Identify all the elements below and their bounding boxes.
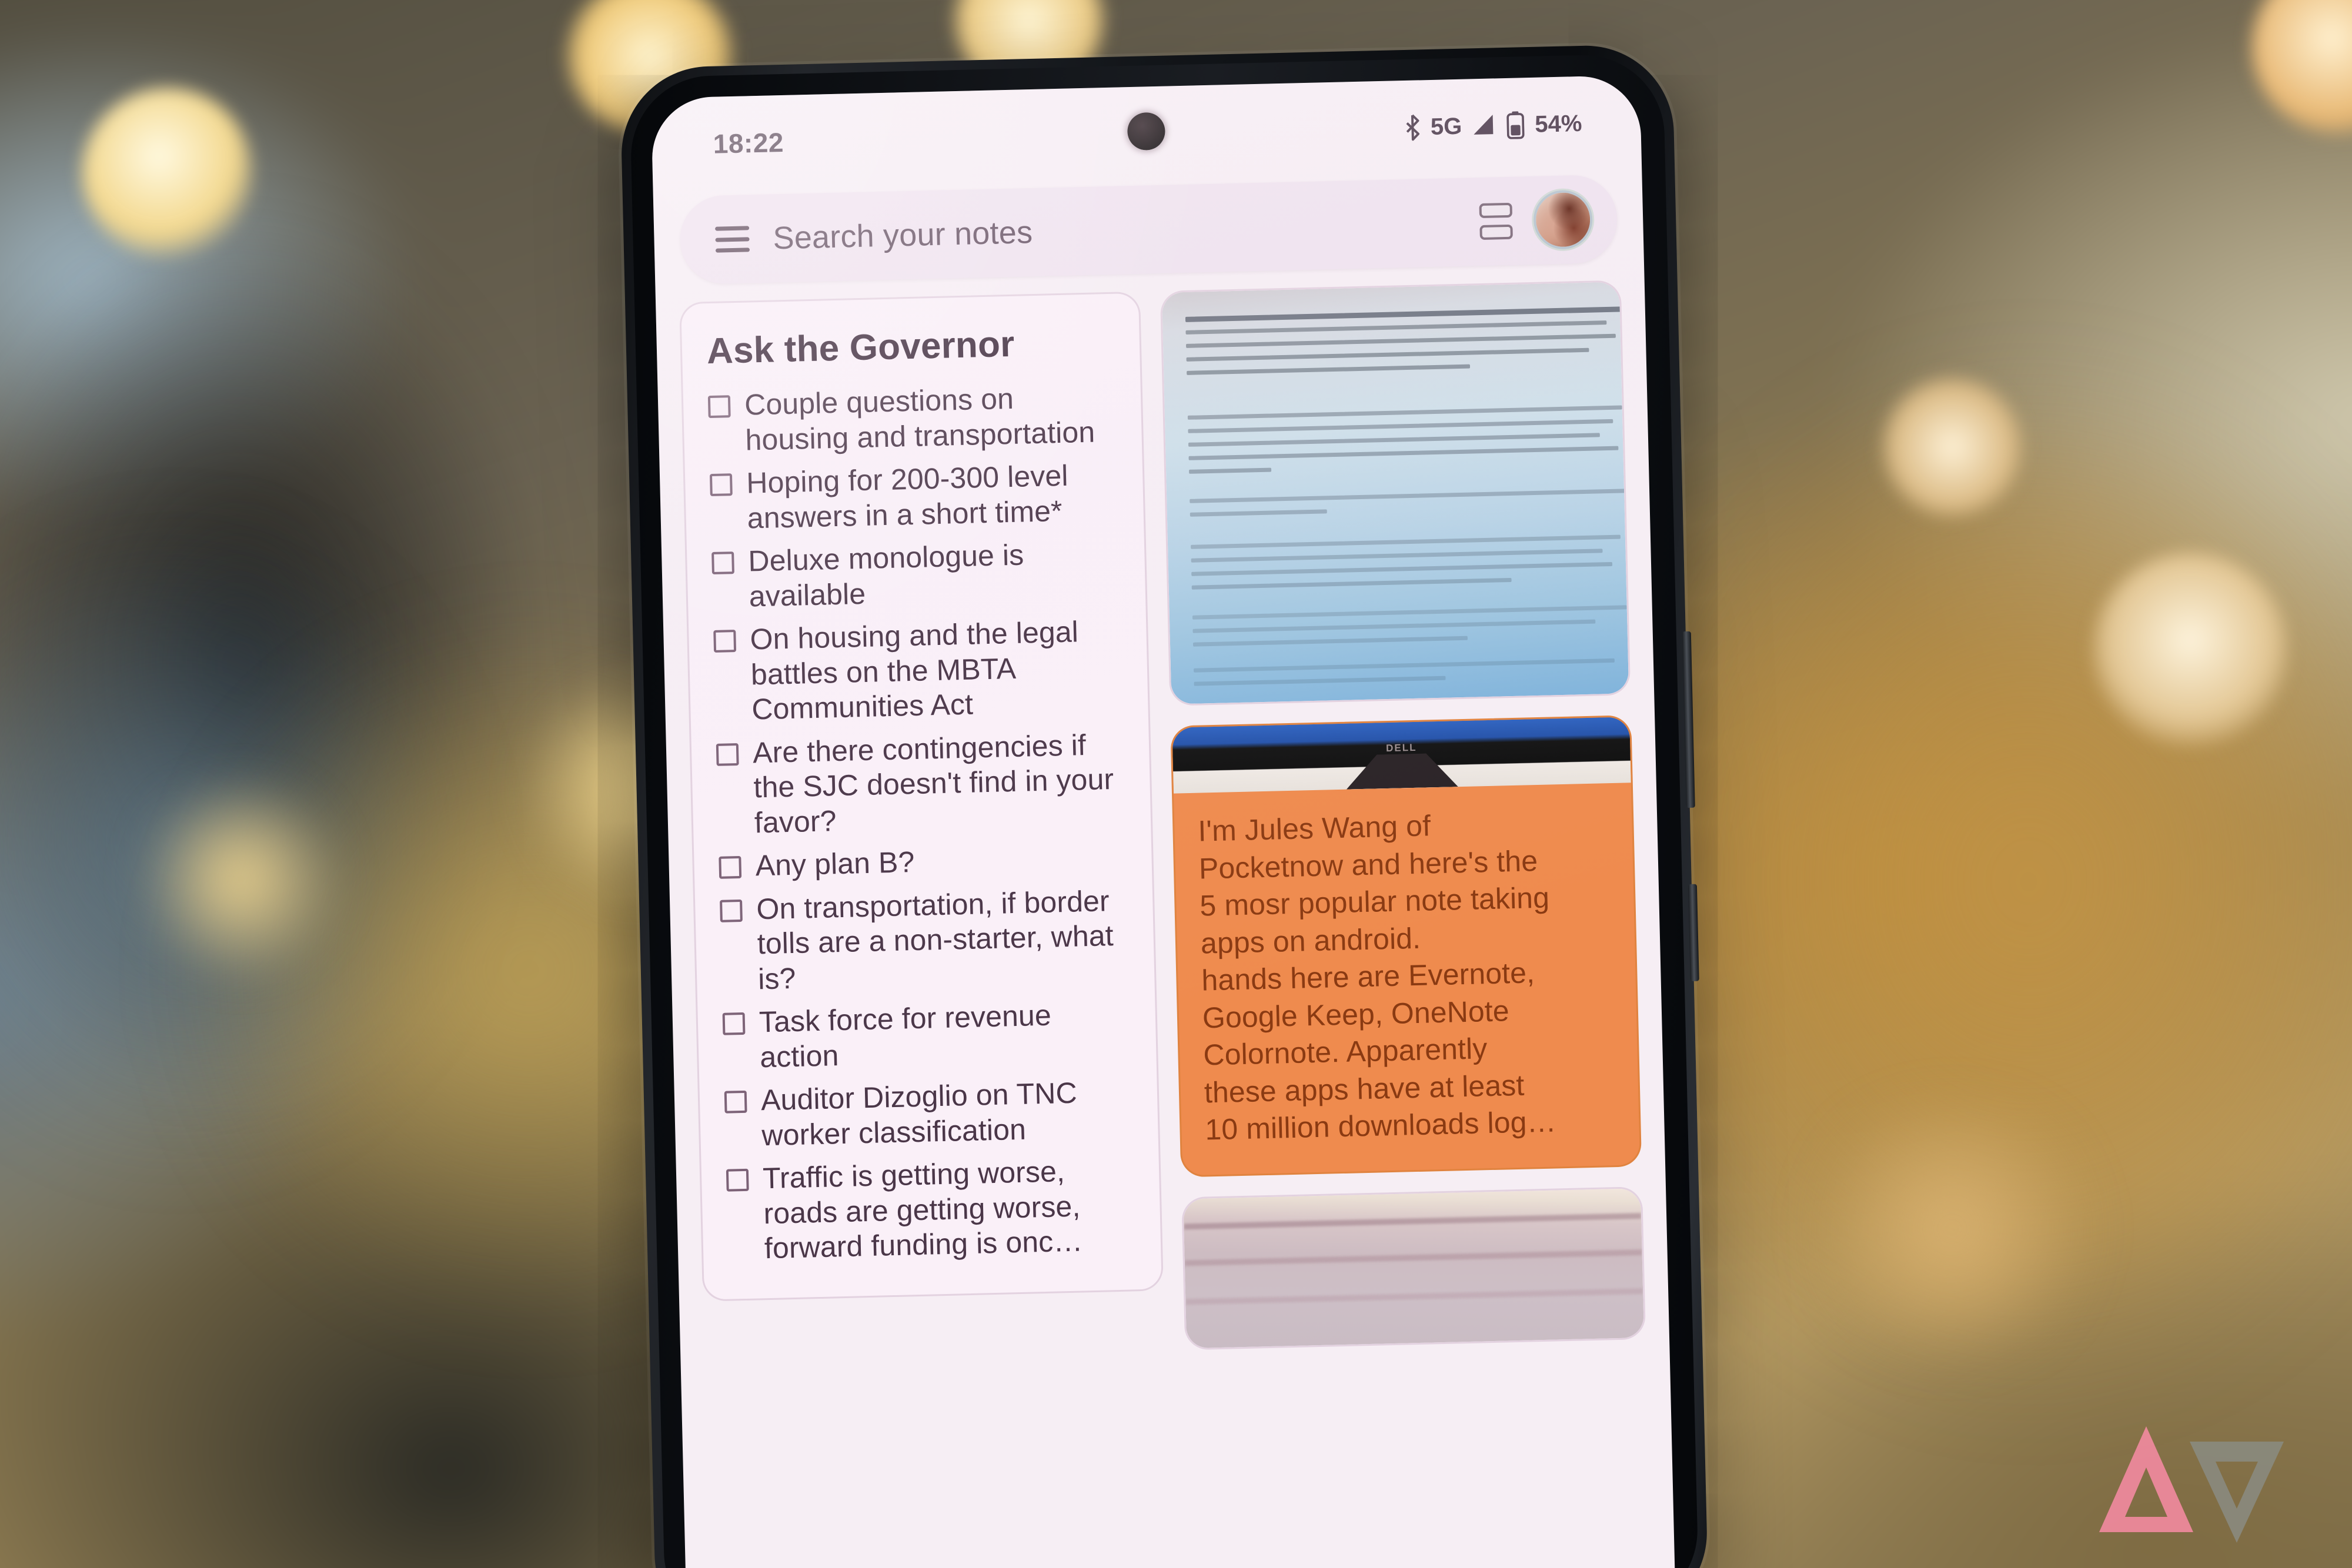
checklist-item[interactable]: On transportation, if border tolls are a… <box>720 883 1130 998</box>
status-bar-icons: 5G 54% <box>1403 109 1582 142</box>
network-type-label: 5G <box>1430 113 1462 140</box>
note-card-partial-image[interactable] <box>1181 1186 1646 1350</box>
checklist-item-label: On housing and the legal battles on the … <box>749 615 1079 726</box>
single-column-view-icon[interactable] <box>1479 202 1513 240</box>
battery-icon <box>1506 111 1525 139</box>
checkbox-icon[interactable] <box>719 855 742 879</box>
monitor-photo-image: DELL <box>1172 717 1631 794</box>
document-text-line <box>1188 433 1600 447</box>
document-text-line <box>1188 467 1272 474</box>
document-text-line <box>1190 489 1629 503</box>
note-card-document-image[interactable] <box>1160 280 1631 706</box>
document-text-line <box>1192 619 1595 633</box>
logo-down-triangle <box>2190 1442 2284 1543</box>
bokeh-light <box>135 782 347 976</box>
checklist-item-label: Are there contingencies if the SJC doesn… <box>752 728 1114 839</box>
logo-up-triangle <box>2099 1426 2193 1532</box>
checklist-item[interactable]: Any plan B? <box>719 840 1127 885</box>
checklist-item-label: Hoping for 200-300 level answers in a sh… <box>746 459 1069 535</box>
document-text-line <box>1191 561 1612 576</box>
checklist-item-label: Traffic is getting worse, roads are gett… <box>762 1155 1084 1265</box>
document-text-line <box>1191 577 1512 590</box>
note-title: Ask the Governor <box>706 323 1015 372</box>
checkbox-icon[interactable] <box>722 1012 746 1035</box>
document-text-line <box>1188 446 1619 460</box>
monitor-brand-label: DELL <box>1385 741 1417 754</box>
status-bar-clock: 18:22 <box>713 126 784 159</box>
battery-percent-label: 54% <box>1534 110 1582 138</box>
note-card-orange[interactable]: DELL I'm Jules Wang of Pocketnow and her… <box>1170 715 1642 1177</box>
checklist-item[interactable]: Are there contingencies if the SJC doesn… <box>716 727 1126 841</box>
checklist-item[interactable]: Hoping for 200-300 level answers in a sh… <box>709 457 1120 537</box>
document-text-line <box>1190 534 1621 549</box>
partial-photo-image <box>1183 1188 1645 1348</box>
checklist-item[interactable]: Couple questions on housing and transpor… <box>707 379 1118 459</box>
document-text-line <box>1185 320 1607 335</box>
document-text-line <box>1188 419 1613 433</box>
document-text-line <box>1193 658 1615 673</box>
document-text-line <box>1192 605 1627 620</box>
checklist-item-label: On transportation, if border tolls are a… <box>756 884 1114 995</box>
bokeh-light <box>82 88 253 259</box>
checkbox-icon[interactable] <box>709 473 733 497</box>
document-text-line <box>1187 405 1622 420</box>
phone-screen: 18:22 5G 54% Search your notes Ask the G… <box>650 75 1676 1568</box>
checklist: Couple questions on housing and transpor… <box>707 379 1137 1267</box>
search-bar[interactable]: Search your notes <box>679 174 1618 285</box>
checkbox-icon[interactable] <box>716 743 739 766</box>
checklist-item[interactable]: Auditor Dizoglio on TNC worker classific… <box>724 1074 1134 1154</box>
profile-avatar[interactable] <box>1535 192 1591 248</box>
note-body-text: I'm Jules Wang of Pocketnow and here's t… <box>1197 809 1557 1146</box>
document-text-line <box>1186 347 1589 362</box>
signal-bars-icon <box>1474 115 1494 135</box>
checklist-item-label: Any plan B? <box>755 845 916 882</box>
bokeh-light <box>1882 376 2023 517</box>
checkbox-icon[interactable] <box>724 1090 747 1114</box>
checklist-item-label: Task force for revenue action <box>759 998 1052 1074</box>
notes-column-left: Ask the Governor Couple questions on hou… <box>679 291 1171 1568</box>
document-text-line <box>1186 364 1471 375</box>
checklist-item-label: Deluxe monologue is available <box>747 538 1024 613</box>
notes-column-right: DELL I'm Jules Wang of Pocketnow and her… <box>1160 280 1652 1568</box>
checkbox-icon[interactable] <box>713 630 737 653</box>
bokeh-light <box>1799 1105 2105 1352</box>
document-text-line <box>1185 333 1616 348</box>
checkbox-icon[interactable] <box>726 1168 749 1192</box>
document-screenshot-image <box>1161 282 1629 704</box>
document-text-line <box>1191 549 1603 563</box>
checklist-item[interactable]: Traffic is getting worse, roads are gett… <box>726 1152 1137 1267</box>
checklist-item-label: Couple questions on housing and transpor… <box>744 382 1095 457</box>
bokeh-light <box>2093 553 2287 747</box>
checklist-item[interactable]: Deluxe monologue is available <box>711 536 1121 615</box>
phone-device: 18:22 5G 54% Search your notes Ask the G… <box>619 44 1709 1568</box>
document-text-line <box>1194 676 1446 686</box>
monitor-stand <box>1346 753 1458 789</box>
checklist-item[interactable]: Task force for revenue action <box>722 996 1132 1075</box>
bluetooth-icon <box>1406 114 1419 141</box>
checklist-item-label: Auditor Dizoglio on TNC worker classific… <box>760 1076 1078 1152</box>
android-police-watermark <box>2090 1417 2284 1543</box>
hamburger-menu-icon[interactable] <box>715 226 750 253</box>
notes-grid: Ask the Governor Couple questions on hou… <box>679 280 1652 1568</box>
document-text-line <box>1192 636 1468 647</box>
checkbox-icon[interactable] <box>720 899 743 922</box>
document-text-line <box>1190 509 1328 517</box>
document-text-line <box>1185 306 1625 322</box>
checklist-item[interactable]: On housing and the legal battles on the … <box>713 614 1124 728</box>
search-input[interactable]: Search your notes <box>773 204 1456 256</box>
note-card-checklist[interactable]: Ask the Governor Couple questions on hou… <box>679 291 1164 1302</box>
checkbox-icon[interactable] <box>707 395 731 419</box>
checkbox-icon[interactable] <box>711 551 734 574</box>
